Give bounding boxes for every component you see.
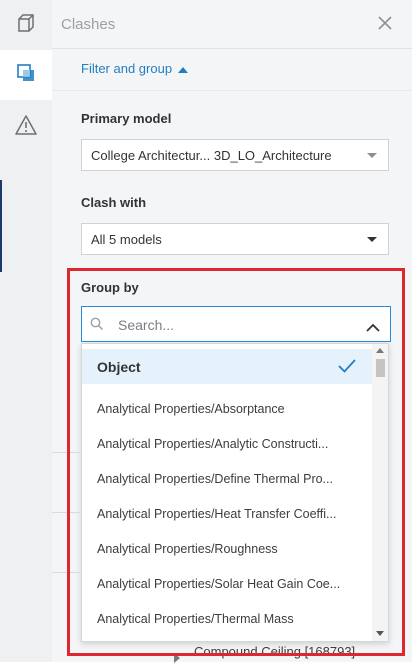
rail-edge-accent bbox=[0, 180, 2, 272]
clash-with-label: Clash with bbox=[81, 195, 147, 210]
panel-header: Clashes bbox=[52, 0, 412, 49]
clash-with-value: All 5 models bbox=[91, 231, 162, 247]
primary-model-select[interactable]: College Architectur... 3D_LO_Architectur… bbox=[81, 139, 389, 171]
filter-and-group-label: Filter and group bbox=[81, 61, 173, 76]
divider bbox=[52, 90, 412, 91]
warning-icon bbox=[14, 114, 38, 141]
rail-models-button[interactable] bbox=[0, 0, 52, 50]
close-icon[interactable] bbox=[376, 14, 394, 32]
left-rail bbox=[0, 0, 52, 662]
caret-up-icon bbox=[178, 61, 189, 76]
clash-with-select[interactable]: All 5 models bbox=[81, 223, 389, 255]
panel-title: Clashes bbox=[61, 16, 116, 33]
chevron-down-icon bbox=[367, 237, 377, 242]
primary-model-value: College Architectur... 3D_LO_Architectur… bbox=[91, 147, 332, 163]
annotation-highlight-box bbox=[67, 268, 405, 656]
primary-model-label: Primary model bbox=[81, 111, 172, 126]
rail-issues-button[interactable] bbox=[0, 102, 52, 152]
filter-and-group-toggle[interactable]: Filter and group bbox=[81, 61, 189, 76]
cube-icon bbox=[15, 12, 37, 39]
clashes-icon bbox=[15, 62, 37, 89]
chevron-down-icon bbox=[367, 153, 377, 158]
rail-clashes-button[interactable] bbox=[0, 50, 52, 100]
